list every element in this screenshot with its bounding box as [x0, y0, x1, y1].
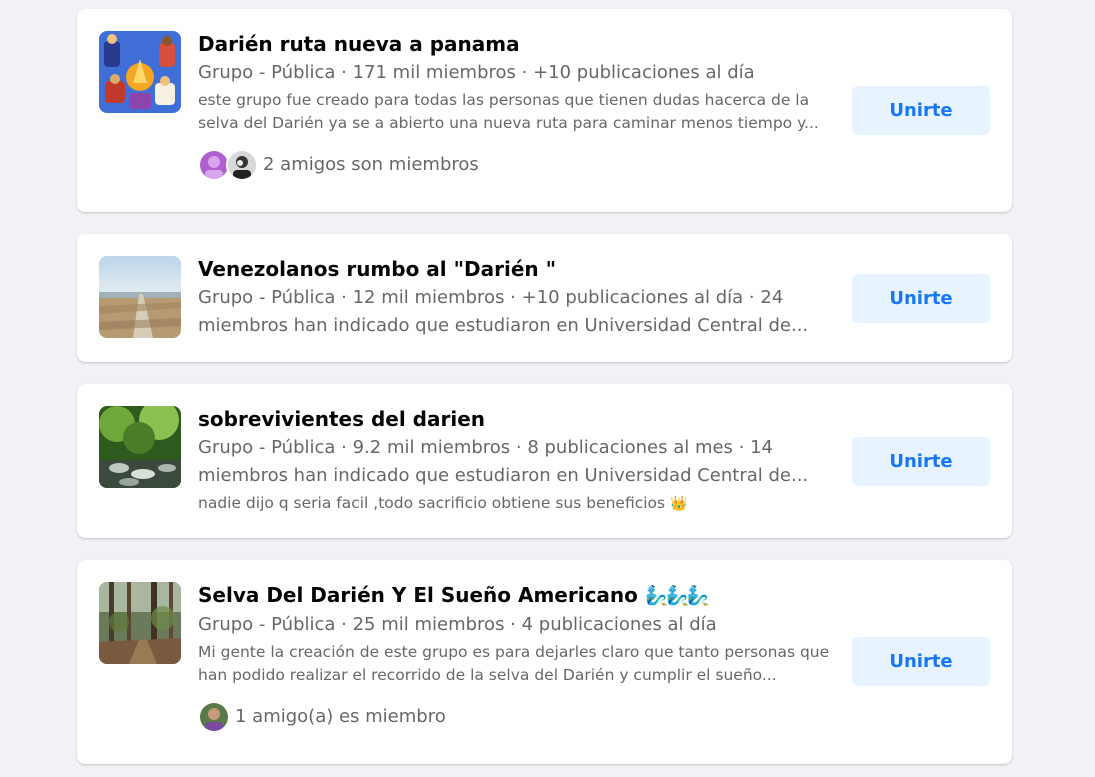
group-card: Venezolanos rumbo al "Darién " Grupo - P… — [77, 234, 1012, 362]
group-info: Selva Del Darién Y El Sueño Americano 🧞‍… — [198, 580, 838, 733]
group-card: sobrevivientes del darien Grupo - Públic… — [77, 384, 1012, 538]
group-info: sobrevivientes del darien Grupo - Públic… — [198, 404, 838, 516]
group-name[interactable]: Darién ruta nueva a panama — [198, 29, 838, 59]
group-description-text: nadie dijo q seria facil ,todo sacrifici… — [198, 494, 666, 512]
friends-count-text: 1 amigo(a) es miembro — [235, 706, 446, 727]
friends-count-text: 2 amigos son miembros — [263, 154, 479, 175]
group-meta: Grupo - Pública · 9.2 mil miembros · 8 p… — [198, 437, 809, 486]
join-group-button[interactable]: Unirte — [852, 637, 990, 686]
group-description: este grupo fue creado para todas las per… — [198, 91, 819, 132]
group-cover-image[interactable] — [99, 582, 181, 664]
group-cover-image[interactable] — [99, 31, 181, 113]
join-group-button[interactable]: Unirte — [852, 86, 990, 135]
group-info: Venezolanos rumbo al "Darién " Grupo - P… — [198, 254, 838, 340]
friend-avatars — [198, 149, 258, 181]
join-group-button[interactable]: Unirte — [852, 437, 990, 486]
group-meta: Grupo - Pública · 12 mil miembros · +10 … — [198, 287, 809, 336]
avatar[interactable] — [198, 701, 230, 733]
avatar[interactable] — [226, 149, 258, 181]
join-group-button[interactable]: Unirte — [852, 274, 990, 323]
crown-icon: 👑 — [670, 496, 688, 512]
group-name[interactable]: sobrevivientes del darien — [198, 404, 838, 434]
group-name[interactable]: Selva Del Darién Y El Sueño Americano 🧞‍… — [198, 580, 838, 611]
group-cover-image[interactable] — [99, 406, 181, 488]
group-meta: Grupo - Pública · 25 mil miembros · 4 pu… — [198, 614, 717, 635]
group-name-text: Selva Del Darién Y El Sueño Americano — [198, 583, 638, 607]
group-description: nadie dijo q seria facil ,todo sacrifici… — [198, 492, 838, 516]
group-search-results: Darién ruta nueva a panama Grupo - Públi… — [0, 0, 1095, 777]
group-name[interactable]: Venezolanos rumbo al "Darién " — [198, 254, 838, 284]
group-card: Darién ruta nueva a panama Grupo - Públi… — [77, 9, 1012, 212]
group-meta: Grupo - Pública · 171 mil miembros · +10… — [198, 62, 755, 83]
group-description: Mi gente la creación de este grupo es pa… — [198, 643, 830, 684]
group-card: Selva Del Darién Y El Sueño Americano 🧞‍… — [77, 560, 1012, 764]
group-info: Darién ruta nueva a panama Grupo - Públi… — [198, 29, 838, 181]
genie-icon: 🧞‍♂️🧞‍♂️🧞‍♂️ — [644, 585, 710, 607]
friends-members: 2 amigos son miembros — [198, 149, 838, 181]
friend-avatars — [198, 701, 230, 733]
friends-members: 1 amigo(a) es miembro — [198, 701, 838, 733]
group-cover-image[interactable] — [99, 256, 181, 338]
